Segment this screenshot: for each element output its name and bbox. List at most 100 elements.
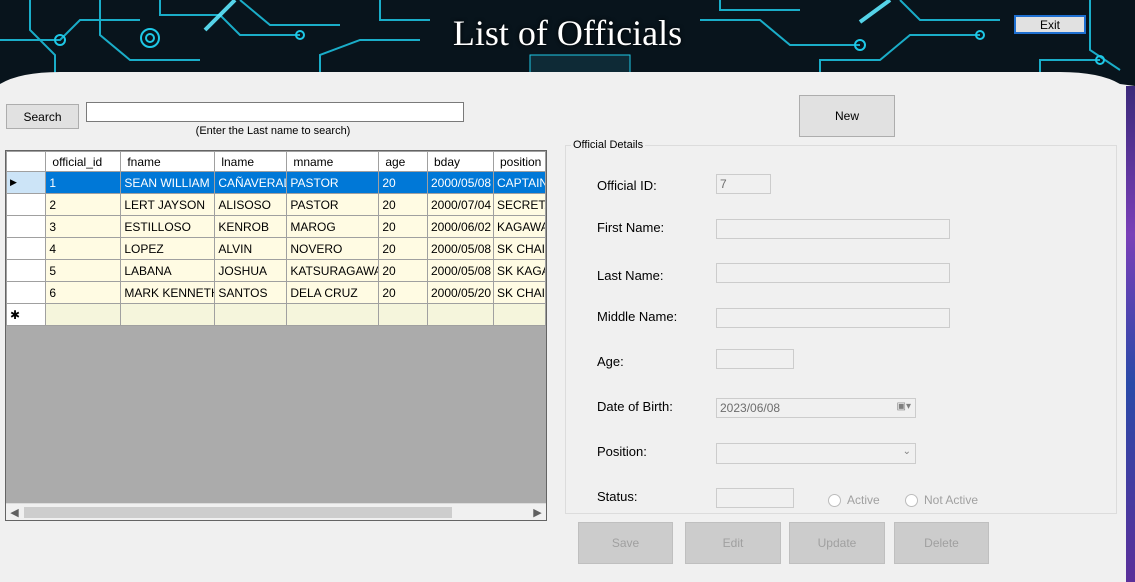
first-name-field[interactable] <box>716 219 950 239</box>
table-cell[interactable]: LOPEZ <box>120 237 216 260</box>
background-strip <box>1126 86 1135 582</box>
status-field[interactable] <box>716 488 794 508</box>
table-row[interactable]: 3 ESTILLOSO KENROB MAROG 20 2000/06/02 KAGAWA <box>6 215 546 238</box>
table-cell[interactable] <box>492 303 546 326</box>
table-cell[interactable]: 2000/05/08 <box>426 259 494 282</box>
column-header[interactable]: position <box>492 151 546 172</box>
table-cell[interactable] <box>214 303 288 326</box>
table-cell[interactable]: KENROB <box>214 215 288 238</box>
column-header[interactable]: bday <box>426 151 494 172</box>
table-cell[interactable]: SK CHAIF <box>492 237 546 260</box>
table-cell[interactable]: KAGAWA <box>492 215 546 238</box>
table-cell[interactable]: SANTOS <box>214 281 288 304</box>
table-cell[interactable]: 3 <box>45 215 122 238</box>
table-row[interactable]: 4LOPEZALVINNOVERO202000/05/08SK CHAIF <box>6 237 546 260</box>
not-active-radio[interactable]: Not Active <box>905 493 978 507</box>
table-cell[interactable]: JOSHUA <box>214 259 288 282</box>
row-header[interactable] <box>6 193 47 216</box>
table-cell[interactable]: 20 <box>378 193 428 216</box>
horizontal-scrollbar[interactable]: ◀ ▶ <box>6 503 546 520</box>
table-cell[interactable]: ESTILLOSO <box>120 215 216 238</box>
row-header[interactable] <box>6 237 47 260</box>
table-cell[interactable] <box>120 303 216 326</box>
table-cell[interactable]: 1 <box>45 171 122 194</box>
scrollbar-thumb[interactable] <box>24 507 452 518</box>
table-cell[interactable]: ALISOSO <box>214 193 288 216</box>
table-cell[interactable]: 20 <box>378 171 428 194</box>
table-cell[interactable]: PASTOR <box>286 193 380 216</box>
position-select[interactable]: ⌄ <box>716 443 916 464</box>
table-cell[interactable]: ALVIN <box>214 237 288 260</box>
table-cell[interactable]: 6 <box>45 281 122 304</box>
table-cell[interactable]: 20 <box>378 215 428 238</box>
table-cell[interactable]: SK CHAIF <box>492 281 546 304</box>
table-cell[interactable]: 2000/05/20 <box>426 281 494 304</box>
delete-button[interactable]: Delete <box>894 522 989 564</box>
search-button[interactable]: Search <box>6 104 79 129</box>
table-cell[interactable]: PASTOR <box>286 171 380 194</box>
table-cell[interactable]: DELA CRUZ <box>286 281 380 304</box>
table-cell[interactable]: SECRETA <box>492 193 546 216</box>
table-cell[interactable]: 2000/06/02 <box>426 215 494 238</box>
column-header[interactable]: lname <box>214 151 288 172</box>
table-cell[interactable]: CAPTAIN <box>492 171 546 194</box>
scroll-right-icon[interactable]: ▶ <box>529 504 546 520</box>
table-cell[interactable]: KATSURAGAWA <box>286 259 380 282</box>
table-cell[interactable]: LERT JAYSON <box>120 193 216 216</box>
position-label: Position: <box>597 444 647 459</box>
column-header[interactable]: official_id <box>45 151 122 172</box>
table-cell[interactable]: 20 <box>378 281 428 304</box>
table-cell[interactable]: SK KAGA <box>492 259 546 282</box>
official-id-field[interactable]: 7 <box>716 174 771 194</box>
table-cell[interactable] <box>45 303 122 326</box>
table-cell[interactable]: 2000/07/04 <box>426 193 494 216</box>
row-header[interactable]: ▶ <box>6 171 47 194</box>
row-header[interactable] <box>6 215 47 238</box>
search-hint: (Enter the Last name to search) <box>195 125 351 137</box>
table-cell[interactable]: 20 <box>378 237 428 260</box>
scroll-left-icon[interactable]: ◀ <box>6 504 23 520</box>
table-cell[interactable]: MARK KENNETH <box>120 281 216 304</box>
table-cell[interactable] <box>378 303 428 326</box>
table-cell[interactable]: 4 <box>45 237 122 260</box>
new-button[interactable]: New <box>799 95 895 137</box>
row-header[interactable] <box>6 259 47 282</box>
table-cell[interactable]: 2000/05/08 <box>426 171 494 194</box>
table-cell[interactable]: NOVERO <box>286 237 380 260</box>
officials-grid[interactable]: official_id fname lname mname age bday p… <box>5 150 547 521</box>
table-cell[interactable]: SEAN WILLIAM <box>120 171 216 194</box>
table-row[interactable]: ▶ 1 SEAN WILLIAM CAÑAVERAL PASTOR 20 2000/05/0… <box>6 171 546 194</box>
table-cell[interactable]: MAROG <box>286 215 380 238</box>
column-header[interactable]: fname <box>120 151 216 172</box>
search-input[interactable] <box>86 102 464 122</box>
column-header[interactable]: mname <box>286 151 380 172</box>
table-cell[interactable]: 20 <box>378 259 428 282</box>
table-cell[interactable]: LABANA <box>120 259 216 282</box>
calendar-dropdown-icon[interactable]: ▣▾ <box>897 401 911 412</box>
table-row[interactable]: 6 MARK KENNETH SANTOS DELA CRUZ 20 2000/05/20… <box>6 281 546 304</box>
active-radio[interactable]: Active <box>828 493 880 507</box>
update-button[interactable]: Update <box>789 522 885 564</box>
age-field[interactable] <box>716 349 794 369</box>
group-title: Official Details <box>571 139 646 151</box>
chevron-down-icon[interactable]: ⌄ <box>903 446 911 457</box>
edit-button[interactable]: Edit <box>685 522 781 564</box>
column-header[interactable]: age <box>378 151 428 172</box>
save-button[interactable]: Save <box>578 522 673 564</box>
last-name-field[interactable] <box>716 263 950 283</box>
table-cell[interactable]: CAÑAVERAL <box>214 171 288 194</box>
table-cell[interactable]: 2000/05/08 <box>426 237 494 260</box>
dob-picker[interactable]: 2023/06/08 ▣▾ <box>716 398 916 418</box>
table-row[interactable]: 2 LERT JAYSON ALISOSO PASTOR 20 2000/07/04 SEC… <box>6 193 546 216</box>
table-row[interactable]: 5 LABANA JOSHUA KATSURAGAWA 20 2000/05/08 SK K… <box>6 259 546 282</box>
new-row-marker-icon[interactable]: ✱ <box>6 303 47 326</box>
middle-name-field[interactable] <box>716 308 950 328</box>
table-cell[interactable] <box>426 303 494 326</box>
table-cell[interactable]: 5 <box>45 259 122 282</box>
table-cell[interactable] <box>286 303 380 326</box>
row-header[interactable] <box>6 281 47 304</box>
age-label: Age: <box>597 354 624 369</box>
new-row[interactable]: ✱ <box>6 303 546 326</box>
table-cell[interactable]: 2 <box>45 193 122 216</box>
exit-button[interactable]: Exit <box>1014 15 1086 34</box>
